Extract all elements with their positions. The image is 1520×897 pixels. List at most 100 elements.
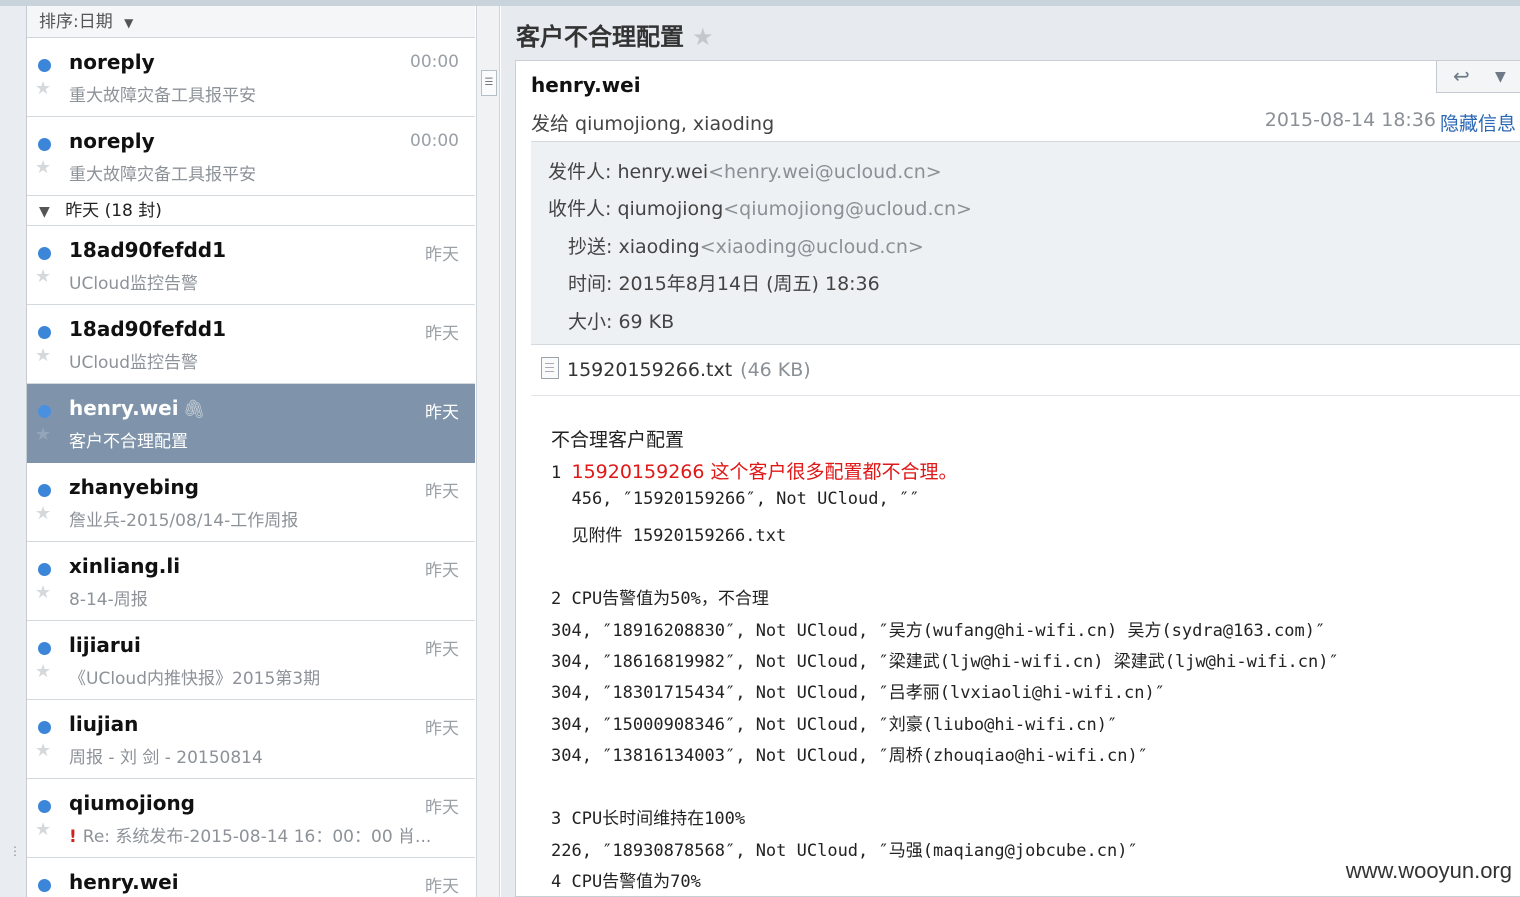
detail-address: <xiaoding@ucloud.cn> xyxy=(699,236,924,258)
body-line: 226, ″18930878568″, Not UCloud, ″马强(maqi… xyxy=(551,841,1138,861)
mail-date: 昨天 xyxy=(425,403,459,423)
body-line-num: 1 xyxy=(551,463,572,483)
star-icon[interactable]: ★ xyxy=(35,159,51,177)
unread-dot-icon xyxy=(38,59,51,72)
attachment-name[interactable]: 15920159266.txt xyxy=(567,359,732,381)
body-title: 不合理客户配置 xyxy=(551,429,685,451)
body-line: 1 15920159266 这个客户很多配置都不合理。 xyxy=(551,457,958,484)
mail-date: 昨天 xyxy=(425,719,459,739)
mail-list-scrollbar[interactable]: ☰ xyxy=(476,6,500,897)
sort-label: 排序:日期 xyxy=(39,12,113,32)
star-icon[interactable]: ★ xyxy=(35,347,51,365)
sender-name: henry.wei xyxy=(531,73,641,97)
mail-subject: UCloud监控告警 xyxy=(69,353,199,373)
mail-subject-text: Re: 系统发布-2015-08-14 16：00：00 肖... xyxy=(82,827,432,847)
sort-dropdown[interactable]: 排序:日期 ▼ xyxy=(27,6,475,38)
unread-dot-icon xyxy=(38,247,51,260)
reply-icon[interactable]: ↩ xyxy=(1453,64,1470,88)
mail-sender: noreply xyxy=(69,50,155,74)
mail-sender: henry.wei 🖇 xyxy=(69,396,205,420)
body-line: 见附件 15920159266.txt xyxy=(551,526,787,546)
attachment-size: (46 KB) xyxy=(740,359,811,381)
mail-subject: UCloud监控告警 xyxy=(69,274,199,294)
body-line: 304, ″13816134003″, Not UCloud, ″周桥(zhou… xyxy=(551,746,1148,766)
chevron-down-icon[interactable]: ▼ xyxy=(1495,69,1506,85)
file-icon xyxy=(541,357,559,379)
star-icon[interactable]: ★ xyxy=(35,663,51,681)
detail-from: 发件人: henry.wei<henry.wei@ucloud.cn> xyxy=(548,157,942,184)
detail-name[interactable]: qiumojiong xyxy=(617,198,723,220)
mail-subject: 8-14-周报 xyxy=(69,590,148,610)
mail-item[interactable]: ★ 18ad90fefdd1 昨天 UCloud监控告警 xyxy=(27,305,475,384)
mail-sender: 18ad90fefdd1 xyxy=(69,238,226,262)
detail-label: 收件人: xyxy=(548,198,612,220)
unread-dot-icon xyxy=(38,642,51,655)
watermark: www.wooyun.org xyxy=(1345,858,1512,883)
detail-cc: 抄送: xiaoding<xiaoding@ucloud.cn> xyxy=(568,232,924,259)
reader-subject-title: 客户不合理配置 ★ xyxy=(516,17,714,52)
star-icon[interactable]: ★ xyxy=(35,742,51,760)
mail-item[interactable]: ★ qiumojiong 昨天 ! Re: 系统发布-2015-08-14 16：… xyxy=(27,779,475,858)
reply-button-group: ↩ ▼ xyxy=(1436,61,1520,93)
star-icon[interactable]: ★ xyxy=(35,426,51,444)
body-line: 304, ″18616819982″, Not UCloud, ″梁建武(ljw… xyxy=(551,652,1339,672)
left-edge-panel: ⋮ xyxy=(0,6,27,897)
detail-name[interactable]: xiaoding xyxy=(618,236,699,258)
mail-date: 昨天 xyxy=(425,877,459,897)
body-line: 456, ″15920159266″, Not UCloud, ″″ xyxy=(551,489,920,509)
mail-item[interactable]: ★ zhanyebing 昨天 詹业兵-2015/08/14-工作周报 xyxy=(27,463,475,542)
unread-dot-icon xyxy=(38,800,51,813)
unread-dot-icon xyxy=(38,721,51,734)
star-icon[interactable]: ★ xyxy=(692,23,714,51)
mail-sender: 18ad90fefdd1 xyxy=(69,317,226,341)
important-icon: ! xyxy=(69,827,77,847)
body-line: 304, ″18301715434″, Not UCloud, ″吕孝丽(lvx… xyxy=(551,683,1165,703)
mail-item-selected[interactable]: ★ henry.wei 🖇 昨天 客户不合理配置 xyxy=(27,384,475,463)
mail-subject: 詹业兵-2015/08/14-工作周报 xyxy=(69,511,299,531)
hide-info-link[interactable]: 隐藏信息 xyxy=(1440,109,1516,136)
mail-subject: 客户不合理配置 xyxy=(69,432,188,452)
chevron-down-icon: ▼ xyxy=(124,16,134,30)
group-label: 昨天 (18 封) xyxy=(65,201,162,221)
star-icon[interactable]: ★ xyxy=(35,268,51,286)
mail-item[interactable]: ★ 18ad90fefdd1 昨天 UCloud监控告警 xyxy=(27,226,475,305)
mail-item[interactable]: ★ xinliang.li 昨天 8-14-周报 xyxy=(27,542,475,621)
mail-subject: ! Re: 系统发布-2015-08-14 16：00：00 肖... xyxy=(69,822,459,847)
mail-item[interactable]: ★ henry.wei 昨天 xyxy=(27,858,475,897)
body-line: 2 CPU告警值为50%，不合理 xyxy=(551,589,769,609)
mail-subject: 重大故障灾备工具报平安 xyxy=(69,165,256,185)
mail-item[interactable]: ★ noreply 00:00 重大故障灾备工具报平安 xyxy=(27,117,475,196)
mail-sender: henry.wei xyxy=(69,870,179,894)
mail-item[interactable]: ★ liujian 昨天 周报 - 刘 剑 - 20150814 xyxy=(27,700,475,779)
body-line: 4 CPU告警值为70% xyxy=(551,872,701,892)
mail-date: 昨天 xyxy=(425,561,459,581)
mail-subject: 《UCloud内推快报》2015第3期 xyxy=(69,669,321,689)
star-icon[interactable]: ★ xyxy=(35,80,51,98)
detail-name[interactable]: henry.wei xyxy=(617,161,708,183)
mail-sender: liujian xyxy=(69,712,139,736)
mail-item[interactable]: ★ lijiarui 昨天 《UCloud内推快报》2015第3期 xyxy=(27,621,475,700)
mail-item[interactable]: ★ noreply 00:00 重大故障灾备工具报平安 xyxy=(27,38,475,117)
paperclip-icon: 🖇 xyxy=(182,399,206,420)
detail-label: 发件人: xyxy=(548,161,612,183)
mail-sender: qiumojiong xyxy=(69,791,195,815)
star-icon[interactable]: ★ xyxy=(35,821,51,839)
recipients-line: 发给 qiumojiong, xiaoding xyxy=(531,113,775,135)
body-line: 304, ″15000908346″, Not UCloud, ″刘豪(liub… xyxy=(551,715,1118,735)
unread-dot-icon xyxy=(38,563,51,576)
attachment[interactable]: 15920159266.txt (46 KB) xyxy=(541,357,811,381)
detail-size: 大小: 69 KB xyxy=(568,307,674,334)
sent-time: 2015-08-14 18:36 xyxy=(1264,109,1436,131)
resize-grip-icon[interactable]: ⋮ xyxy=(9,844,21,858)
message-card: ↩ ▼ henry.wei 发给 qiumojiong, xiaoding 20… xyxy=(515,60,1520,897)
star-icon[interactable]: ★ xyxy=(35,505,51,523)
body-line-red: 15920159266 这个客户很多配置都不合理。 xyxy=(571,461,958,483)
group-header-yesterday[interactable]: ▼ 昨天 (18 封) xyxy=(27,196,475,226)
scrollbar-thumb[interactable]: ☰ xyxy=(481,70,497,96)
detail-address: <henry.wei@ucloud.cn> xyxy=(708,161,942,183)
detail-time: 时间: 2015年8月14日 (周五) 18:36 xyxy=(568,269,880,296)
mail-sender: xinliang.li xyxy=(69,554,181,578)
unread-dot-icon xyxy=(38,879,51,892)
star-icon[interactable]: ★ xyxy=(35,584,51,602)
mail-subject: 重大故障灾备工具报平安 xyxy=(69,86,256,106)
